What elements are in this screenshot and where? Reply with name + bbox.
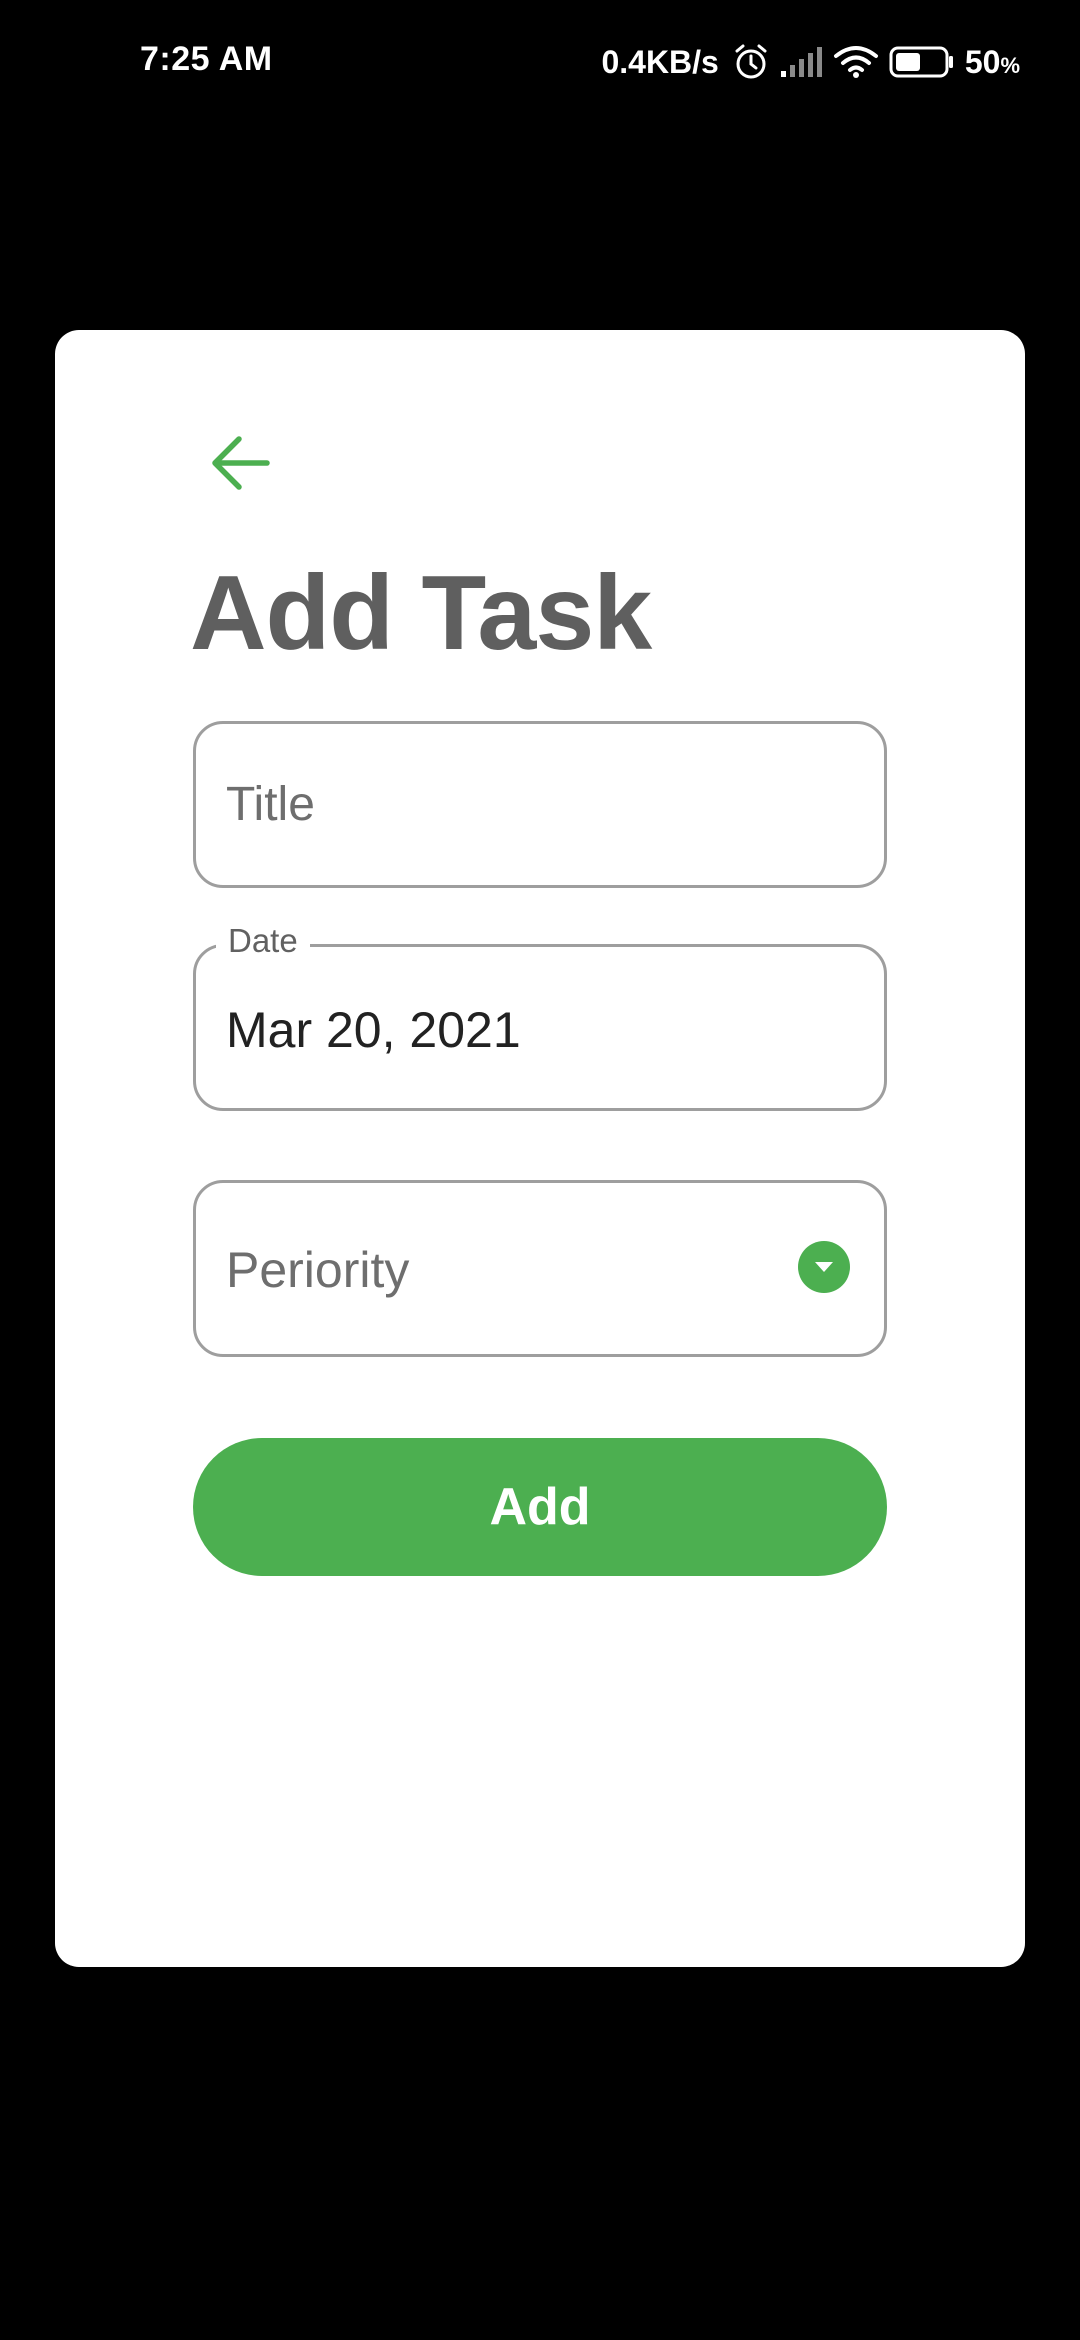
network-speed: 0.4KB/s bbox=[601, 43, 719, 80]
status-icons: 0.4KB/s 50% bbox=[601, 38, 1020, 86]
add-task-card: Add Task Date Mar 20, 2021 Periority Add bbox=[55, 330, 1025, 1967]
add-button[interactable]: Add bbox=[193, 1438, 887, 1576]
priority-placeholder: Periority bbox=[226, 1242, 410, 1298]
date-value[interactable]: Mar 20, 2021 bbox=[226, 1001, 521, 1059]
date-field[interactable]: Date Mar 20, 2021 bbox=[193, 919, 887, 1111]
status-time: 7:25 AM bbox=[140, 40, 273, 78]
battery-percent: 50% bbox=[965, 44, 1020, 81]
battery-percent-sign: % bbox=[1000, 52, 1020, 78]
title-input[interactable] bbox=[226, 724, 854, 885]
priority-select[interactable]: Periority bbox=[193, 1180, 887, 1357]
alarm-icon bbox=[733, 43, 769, 81]
date-label: Date bbox=[216, 919, 310, 963]
status-bar: 7:25 AM 0.4KB/s 50% bbox=[0, 0, 1080, 126]
arrow-left-icon bbox=[209, 433, 271, 498]
battery-icon bbox=[889, 45, 955, 79]
back-button[interactable] bbox=[195, 420, 285, 510]
wifi-icon bbox=[833, 44, 879, 80]
battery-percent-value: 50 bbox=[964, 43, 1001, 80]
signal-icon bbox=[779, 45, 823, 79]
title-field[interactable] bbox=[193, 721, 887, 888]
dropdown-arrow-icon[interactable] bbox=[798, 1241, 850, 1293]
page-title: Add Task bbox=[190, 554, 652, 672]
screen: 7:25 AM 0.4KB/s 50% Add Task Title Date … bbox=[0, 0, 1080, 2340]
